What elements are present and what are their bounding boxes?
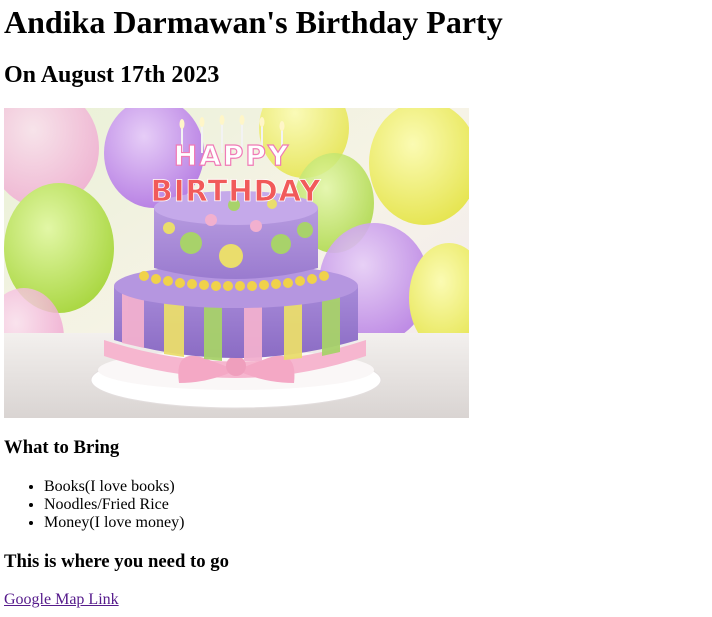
what-to-bring-heading: What to Bring [4,437,120,458]
bring-list: Books(I love books) Noodles/Fried Rice M… [4,478,184,532]
google-map-link[interactable]: Google Map Link [4,590,119,610]
party-date: On August 17th 2023 [4,62,220,88]
page: Andika Darmawan's Birthday Party On Augu… [0,0,712,617]
list-item: Noodles/Fried Rice [44,496,184,514]
page-title: Andika Darmawan's Birthday Party [4,4,503,40]
list-item: Money(I love money) [44,514,184,532]
list-item: Books(I love books) [44,478,184,496]
location-heading: This is where you need to go [4,551,229,572]
cake-topper-birthday: BIRTHDAY [151,174,322,208]
birthday-cake-image: HAPPY BIRTHDAY [4,108,469,418]
cake-topper-happy: HAPPY [174,139,290,172]
